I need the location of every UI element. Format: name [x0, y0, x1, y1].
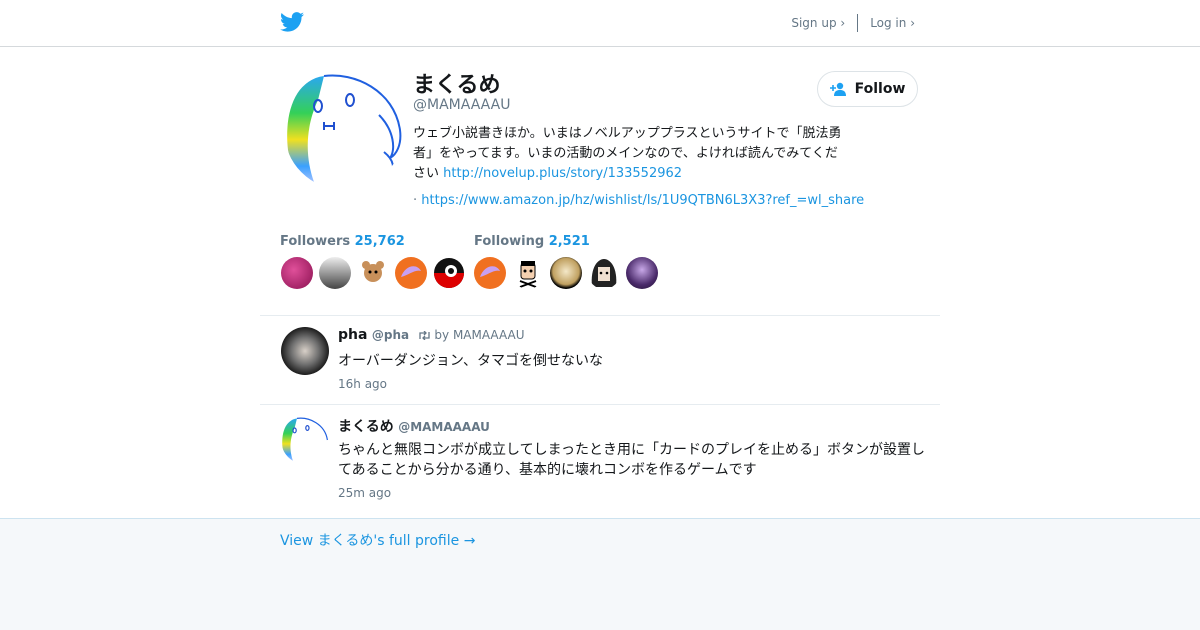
follower-avatar[interactable]: [433, 257, 465, 289]
follower-avatar[interactable]: [281, 257, 313, 289]
retweet-icon: [418, 330, 430, 341]
tweet-item[interactable]: まくるめ @MAMAAAAU ちゃんと無限コンボが成立してしまったとき用に「カー…: [280, 416, 940, 506]
followers-label: Followers: [280, 234, 351, 249]
bio-link[interactable]: http://novelup.plus/story/133552962: [443, 166, 682, 181]
following-stat[interactable]: Following 2,521: [474, 234, 590, 249]
profile-second-link: · https://www.amazon.jp/hz/wishlist/ls/1…: [413, 193, 864, 208]
tweet-header: まくるめ @MAMAAAAU: [338, 416, 490, 436]
follow-button[interactable]: Follow: [817, 71, 918, 107]
following-avatar[interactable]: [550, 257, 582, 289]
retweet-by: by MAMAAAAU: [434, 328, 525, 342]
twitter-bird-icon[interactable]: [280, 12, 304, 32]
login-link[interactable]: Log in ›: [870, 16, 915, 30]
follower-avatar[interactable]: [395, 257, 427, 289]
follow-label: Follow: [854, 81, 906, 97]
following-count: 2,521: [548, 234, 590, 249]
following-avatar[interactable]: [626, 257, 658, 289]
top-nav: Sign up › Log in ›: [791, 14, 915, 32]
tweet-item[interactable]: pha @pha by MAMAAAAU オーバーダンジョン、タマゴを倒せないな…: [280, 327, 940, 407]
profile-card: まくるめ @MAMAAAAU ウェブ小説書きほか。いまはノベルアッププラスという…: [0, 47, 1200, 519]
following-label: Following: [474, 234, 545, 249]
tweet-avatar[interactable]: [281, 416, 329, 464]
add-user-icon: [829, 82, 846, 96]
wishlist-link[interactable]: https://www.amazon.jp/hz/wishlist/ls/1U9…: [421, 193, 864, 208]
tweet-avatar[interactable]: [281, 327, 329, 375]
divider: [260, 404, 940, 405]
profile-name: まくるめ: [413, 73, 501, 98]
following-avatar[interactable]: [588, 257, 620, 289]
signup-link[interactable]: Sign up ›: [791, 16, 845, 30]
tweet-author-handle[interactable]: @MAMAAAAU: [398, 420, 490, 434]
tweet-author-handle[interactable]: @pha: [372, 328, 409, 342]
retweet-indicator: by MAMAAAAU: [418, 328, 525, 342]
tweet-header: pha @pha by MAMAAAAU: [338, 327, 524, 343]
profile-handle: @MAMAAAAU: [413, 97, 511, 113]
tweet-timestamp[interactable]: 25m ago: [338, 486, 391, 500]
following-avatar[interactable]: [512, 257, 544, 289]
profile-avatar[interactable]: [284, 70, 404, 190]
followers-stat[interactable]: Followers 25,762: [280, 234, 405, 249]
divider: [260, 315, 940, 316]
followers-count: 25,762: [354, 234, 405, 249]
tweet-timestamp[interactable]: 16h ago: [338, 377, 387, 391]
follower-avatar[interactable]: [319, 257, 351, 289]
full-profile-link[interactable]: View まくるめ's full profile →: [280, 530, 475, 550]
follower-avatar[interactable]: [357, 257, 389, 289]
nav-divider: [857, 14, 859, 32]
following-avatar[interactable]: [474, 257, 506, 289]
top-bar: Sign up › Log in ›: [0, 0, 1200, 47]
tweet-text: オーバーダンジョン、タマゴを倒せないな: [338, 353, 604, 369]
tweet-text: ちゃんと無限コンボが成立してしまったとき用に「カードのプレイを止める」ボタンが設…: [338, 442, 926, 478]
followers-avatars: [281, 257, 465, 289]
profile-bio: ウェブ小説書きほか。いまはノベルアッププラスというサイトで「脱法勇者」をやってま…: [413, 124, 843, 184]
tweet-author-name[interactable]: まくるめ: [338, 419, 394, 435]
following-avatars: [474, 257, 658, 289]
tweet-author-name[interactable]: pha: [338, 327, 367, 343]
